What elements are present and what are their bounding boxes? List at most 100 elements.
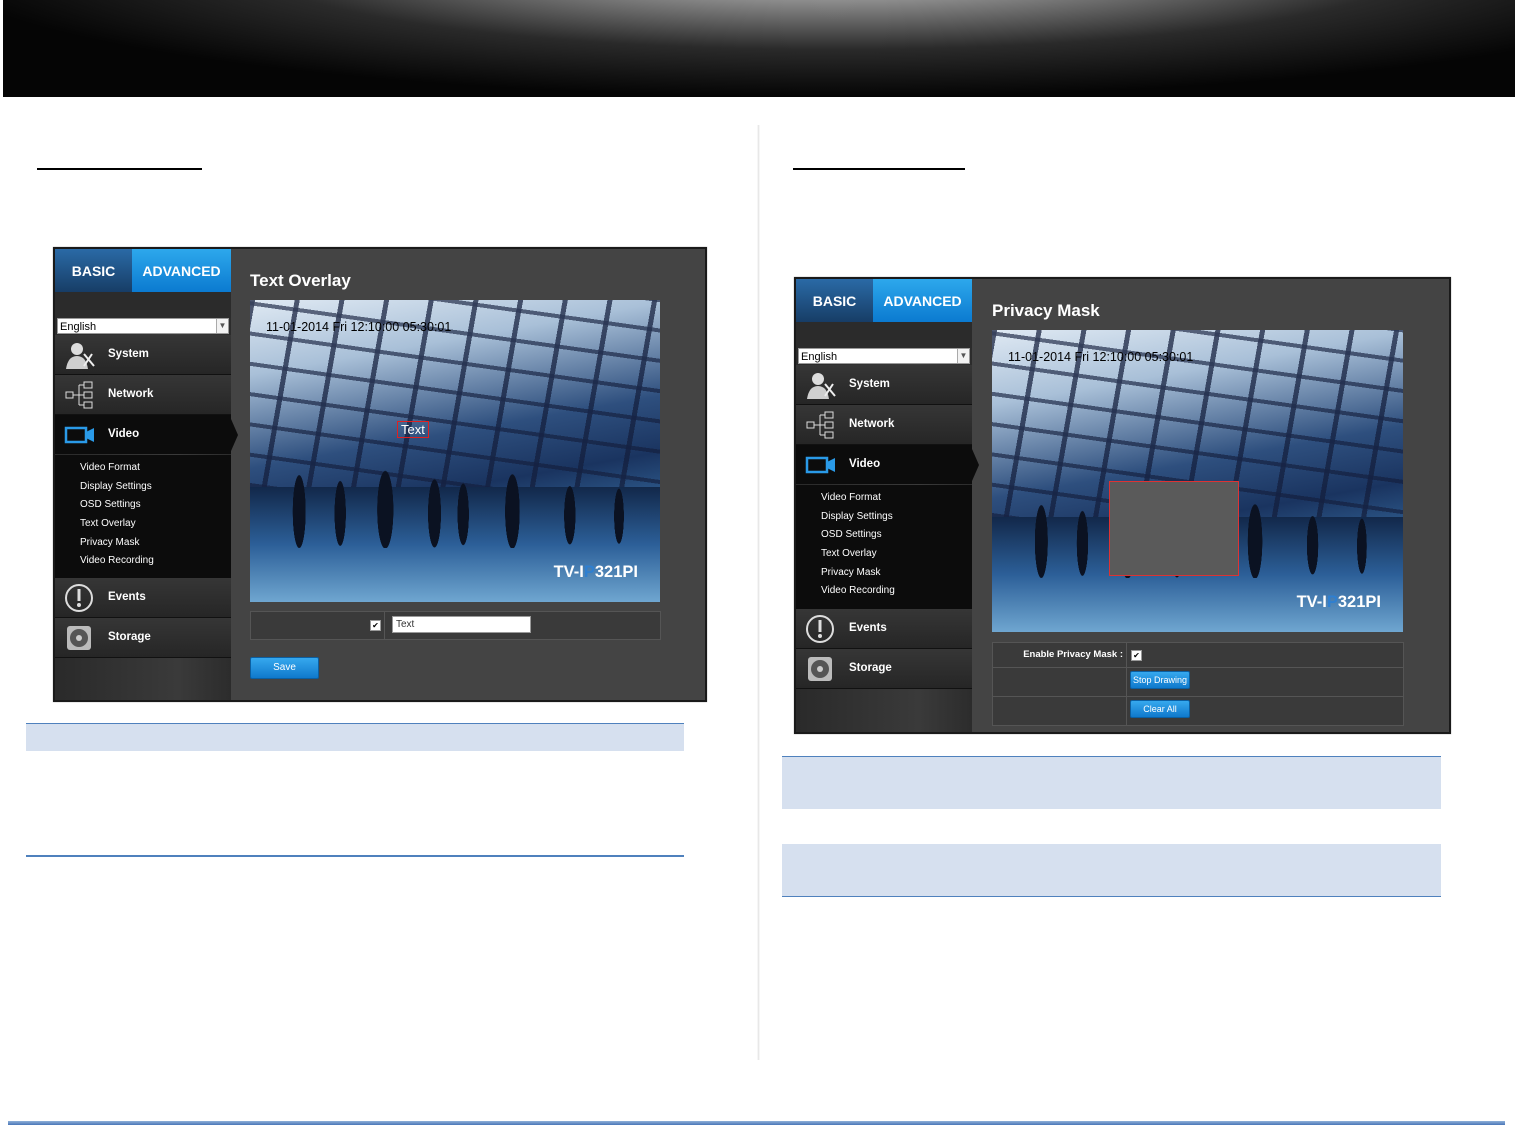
chevron-down-icon[interactable]: ▼ xyxy=(216,319,228,333)
tab-advanced-label: ADVANCED xyxy=(142,262,221,279)
video-camera-icon xyxy=(64,426,94,444)
sidebar-item-label: Storage xyxy=(849,662,892,674)
submenu-video-recording[interactable]: Video Recording xyxy=(796,582,972,601)
tab-advanced[interactable]: ADVANCED xyxy=(132,249,231,301)
tab-advanced[interactable]: ADVANCED xyxy=(873,279,972,331)
network-tree-icon xyxy=(806,411,834,439)
submenu-text-overlay[interactable]: Text Overlay xyxy=(55,515,231,534)
language-value: English xyxy=(801,351,838,363)
sidebar-item-storage[interactable]: Storage xyxy=(55,618,231,658)
language-select[interactable]: English ▼ xyxy=(57,318,229,334)
submenu-osd-settings[interactable]: OSD Settings xyxy=(55,496,231,515)
sidebar-item-events[interactable]: Events xyxy=(796,609,972,649)
submenu-privacy-mask[interactable]: Privacy Mask xyxy=(55,534,231,553)
overlay-text-input[interactable]: Text xyxy=(392,616,531,633)
alert-exclamation-icon xyxy=(806,615,834,643)
video-camera-icon xyxy=(805,456,835,474)
row-divider xyxy=(993,696,1403,697)
sidebar-item-system[interactable]: System xyxy=(55,335,231,375)
osd-timestamp: 11-01-2014 Fri 12:10:00 05:30:01 xyxy=(1008,350,1194,364)
system-user-tools-icon xyxy=(807,373,836,399)
submenu-display-settings[interactable]: Display Settings xyxy=(796,508,972,527)
osd-timestamp: 11-01-2014 Fri 12:10:00 05:30:01 xyxy=(266,320,452,334)
sidebar-item-network[interactable]: Network xyxy=(55,375,231,415)
text-overlay-box[interactable]: Text xyxy=(397,421,429,438)
cell-divider xyxy=(384,612,385,639)
save-button[interactable]: Save xyxy=(250,657,319,679)
sidebar-item-label: Storage xyxy=(108,631,151,643)
sidebar-item-storage[interactable]: Storage xyxy=(796,649,972,689)
chevron-down-icon[interactable]: ▼ xyxy=(957,349,969,363)
sidebar-item-video[interactable]: Video xyxy=(796,445,979,484)
network-tree-icon xyxy=(65,381,93,409)
tab-advanced-label: ADVANCED xyxy=(883,292,962,309)
header-banner xyxy=(3,0,1515,97)
page-title: Privacy Mask xyxy=(992,301,1100,320)
row-divider xyxy=(993,667,1403,668)
column-divider xyxy=(757,125,760,1060)
sidebar-item-label: Events xyxy=(849,622,887,634)
overlay-enable-checkbox[interactable]: ✔ xyxy=(370,620,381,631)
sidebar-item-label: Network xyxy=(108,388,154,400)
camera-model-watermark: TV-IP321PI xyxy=(1297,593,1381,612)
sidebar-item-video[interactable]: Video xyxy=(55,415,238,454)
privacy-mask-settings: Enable Privacy Mask : ✔ Stop Drawing Cle… xyxy=(992,642,1404,726)
video-submenu: Video Format Display Settings OSD Settin… xyxy=(796,485,972,611)
alert-exclamation-icon xyxy=(65,584,93,612)
system-user-tools-icon xyxy=(66,343,95,369)
watermark-prefix: TV-I xyxy=(553,563,584,581)
submenu-osd-settings[interactable]: OSD Settings xyxy=(796,526,972,545)
sidebar-item-label: System xyxy=(849,378,890,390)
note-box-right-1 xyxy=(782,756,1441,809)
camera-live-view: 11-01-2014 Fri 12:10:00 05:30:01 Text TV… xyxy=(250,300,660,602)
note-box-left xyxy=(26,723,684,751)
watermark-suffix: 321PI xyxy=(1337,593,1381,611)
sidebar-item-label: System xyxy=(108,348,149,360)
submenu-video-format[interactable]: Video Format xyxy=(55,459,231,478)
sidebar-item-network[interactable]: Network xyxy=(796,405,972,445)
submenu-privacy-mask[interactable]: Privacy Mask xyxy=(796,564,972,583)
storage-disk-icon xyxy=(808,657,832,681)
section-heading-underline-left xyxy=(37,168,202,170)
video-submenu: Video Format Display Settings OSD Settin… xyxy=(55,455,231,581)
sidebar: BASIC ADVANCED English ▼ System Network … xyxy=(796,279,979,732)
section-heading-underline-right xyxy=(793,168,965,170)
enable-privacy-mask-checkbox[interactable]: ✔ xyxy=(1131,650,1142,661)
sidebar-item-label: Network xyxy=(849,418,895,430)
camera-live-view: 11-01-2014 Fri 12:10:00 05:30:01 TV-IP32… xyxy=(992,330,1403,632)
tab-basic[interactable]: BASIC xyxy=(796,279,873,322)
tab-bar: BASIC ADVANCED xyxy=(55,249,231,301)
language-select[interactable]: English ▼ xyxy=(798,348,970,364)
note-box-right-2 xyxy=(782,844,1441,897)
active-indicator xyxy=(231,419,238,451)
watermark-suffix: 321PI xyxy=(594,563,638,581)
watermark-letter: P xyxy=(1326,593,1338,611)
camera-model-watermark: TV-IP321PI xyxy=(554,563,638,582)
submenu-video-format[interactable]: Video Format xyxy=(796,489,972,508)
enable-privacy-mask-label: Enable Privacy Mask : xyxy=(1023,649,1123,660)
watermark-letter: P xyxy=(583,563,595,581)
submenu-display-settings[interactable]: Display Settings xyxy=(55,478,231,497)
watermark-prefix: TV-I xyxy=(1296,593,1327,611)
camera-ui-privacy-mask: BASIC ADVANCED English ▼ System Network … xyxy=(794,277,1451,734)
sidebar: BASIC ADVANCED English ▼ System Network … xyxy=(55,249,238,700)
sidebar-item-label: Video xyxy=(849,458,881,470)
sidebar-item-label: Video xyxy=(108,428,140,440)
tabs-shadow xyxy=(55,292,231,318)
tab-basic[interactable]: BASIC xyxy=(55,249,132,292)
clear-all-button[interactable]: Clear All xyxy=(1130,700,1190,718)
cell-divider xyxy=(1126,643,1127,725)
footer-rule xyxy=(8,1121,1505,1125)
stop-drawing-button[interactable]: Stop Drawing xyxy=(1130,671,1190,689)
sidebar-item-system[interactable]: System xyxy=(796,365,972,405)
tab-bar: BASIC ADVANCED xyxy=(796,279,972,331)
privacy-mask-region[interactable] xyxy=(1109,481,1239,576)
sidebar-item-events[interactable]: Events xyxy=(55,578,231,618)
submenu-text-overlay[interactable]: Text Overlay xyxy=(796,545,972,564)
tabs-shadow xyxy=(796,322,972,348)
storage-disk-icon xyxy=(67,626,91,650)
page-title: Text Overlay xyxy=(250,271,351,290)
note-rule-left xyxy=(26,855,684,857)
text-overlay-row: ✔ Text xyxy=(250,611,661,640)
submenu-video-recording[interactable]: Video Recording xyxy=(55,552,231,571)
